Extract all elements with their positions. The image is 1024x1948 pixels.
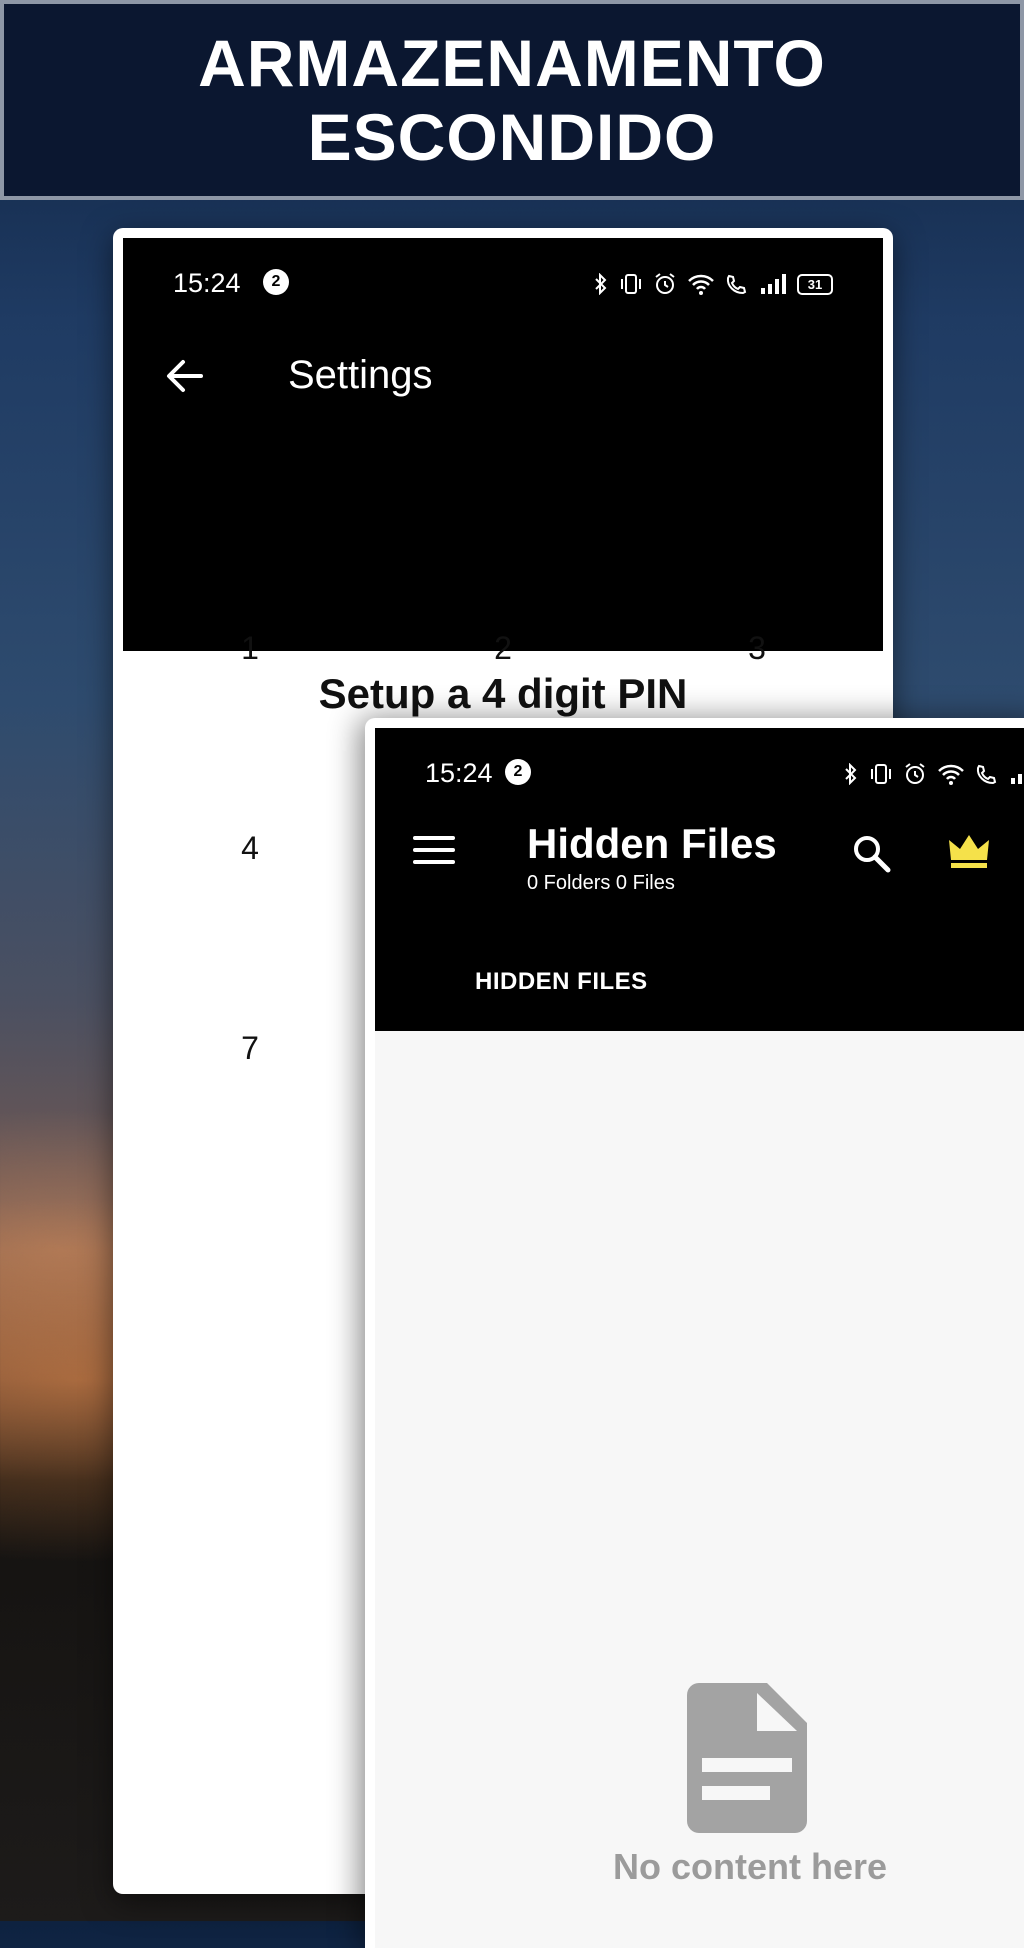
crown-icon[interactable] [947,832,991,872]
alarm-icon [655,273,675,294]
hamburger-menu-icon[interactable] [413,836,455,864]
pin-setup-title: Setup a 4 digit PIN [318,670,688,717]
signal-icon [761,274,786,294]
status-time: 15:24 [173,268,241,298]
settings-app-bar: 15:24 2 31 Settings [123,238,883,651]
keypad-key-2[interactable]: 2 [443,630,563,667]
wifi-icon [688,274,714,295]
wifi-call-icon [976,764,997,785]
bluetooth-icon [845,763,857,785]
hidden-files-phone-screen: 15:24 2 Hidden Files 0 Folders 0 Files H… [365,718,1024,1948]
notification-badge: 2 [263,269,289,295]
notification-badge: 2 [505,759,531,785]
back-button[interactable] [155,346,215,406]
tab-hidden-files[interactable]: HIDDEN FILES [475,968,648,996]
hidden-files-title: Hidden Files [527,820,777,867]
wifi-icon [938,764,964,785]
keypad-key-7[interactable]: 7 [190,1030,310,1067]
arrow-left-icon [167,360,203,392]
status-bar: 15:24 2 [375,728,1024,803]
bluetooth-icon [595,273,607,295]
status-icons: 31 [593,272,833,296]
folder-file-count: 0 Folders 0 Files [527,872,675,894]
keypad-key-3[interactable]: 3 [697,630,817,667]
hidden-files-app-bar: 15:24 2 Hidden Files 0 Folders 0 Files H… [375,728,1024,1031]
document-icon [687,1683,807,1833]
battery-indicator: 31 [797,273,833,295]
vibrate-icon [871,764,891,784]
keypad-key-4[interactable]: 4 [190,830,310,867]
vibrate-icon [621,274,641,294]
wifi-call-icon [726,274,747,295]
alarm-icon [905,763,925,784]
search-icon[interactable] [851,833,893,875]
status-icons [843,762,1024,786]
keypad-key-1[interactable]: 1 [190,630,310,667]
settings-title: Settings [288,353,433,397]
status-bar: 15:24 2 31 [123,238,883,313]
status-time: 15:24 [425,758,493,788]
promo-banner: ARMAZENAMENTO ESCONDIDO [0,0,1024,200]
signal-icon [1011,774,1022,784]
banner-title: ARMAZENAMENTO ESCONDIDO [198,26,826,174]
empty-state-message: No content here [612,1846,888,1887]
